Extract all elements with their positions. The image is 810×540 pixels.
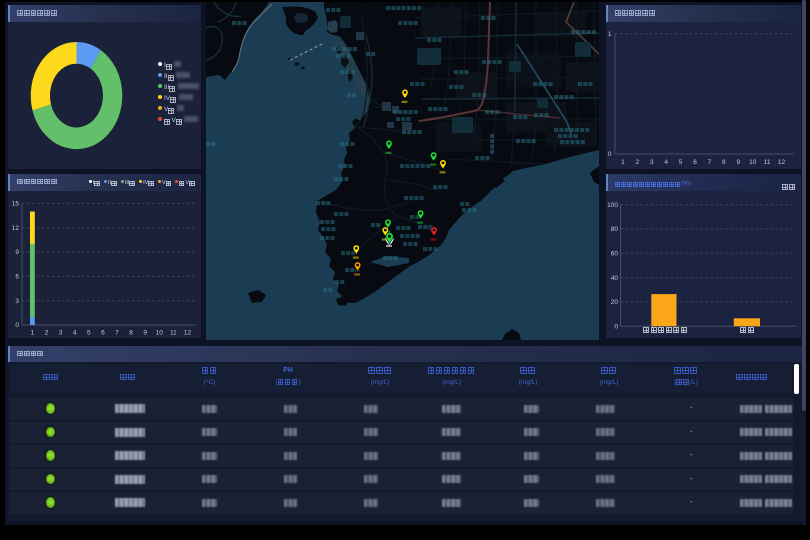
- svg-text:1: 1: [621, 159, 625, 166]
- svg-text:2: 2: [45, 329, 49, 336]
- svg-text:2: 2: [635, 159, 639, 166]
- svg-text:0: 0: [15, 322, 19, 329]
- svg-text:9: 9: [736, 159, 740, 166]
- svg-text:0: 0: [608, 151, 612, 158]
- svg-text:60: 60: [611, 250, 619, 257]
- svg-text:5: 5: [679, 159, 683, 166]
- svg-text:15: 15: [12, 200, 20, 207]
- svg-text:4: 4: [73, 329, 77, 336]
- svg-text:1: 1: [608, 31, 612, 38]
- svg-text:100: 100: [607, 201, 618, 208]
- svg-text:12: 12: [184, 329, 192, 336]
- svg-text:10: 10: [156, 329, 164, 336]
- svg-text:5: 5: [87, 329, 91, 336]
- svg-text:3: 3: [650, 159, 654, 166]
- svg-text:11: 11: [170, 329, 177, 336]
- svg-text:6: 6: [101, 329, 105, 336]
- svg-text:11: 11: [764, 159, 771, 166]
- svg-text:1: 1: [31, 329, 35, 336]
- svg-text:80: 80: [611, 226, 619, 233]
- svg-text:20: 20: [611, 299, 619, 306]
- svg-text:12: 12: [778, 159, 786, 166]
- svg-text:10: 10: [749, 159, 757, 166]
- svg-text:9: 9: [15, 249, 19, 256]
- svg-text:3: 3: [59, 329, 63, 336]
- svg-text:8: 8: [722, 159, 726, 166]
- svg-text:12: 12: [12, 224, 20, 231]
- svg-text:6: 6: [693, 159, 697, 166]
- svg-text:8: 8: [129, 329, 133, 336]
- svg-text:4: 4: [664, 159, 668, 166]
- svg-text:40: 40: [611, 274, 619, 281]
- svg-text:9: 9: [143, 329, 147, 336]
- svg-text:0: 0: [614, 323, 618, 330]
- svg-text:6: 6: [15, 273, 19, 280]
- svg-text:7: 7: [708, 159, 712, 166]
- svg-text:3: 3: [15, 297, 19, 304]
- svg-text:7: 7: [115, 329, 119, 336]
